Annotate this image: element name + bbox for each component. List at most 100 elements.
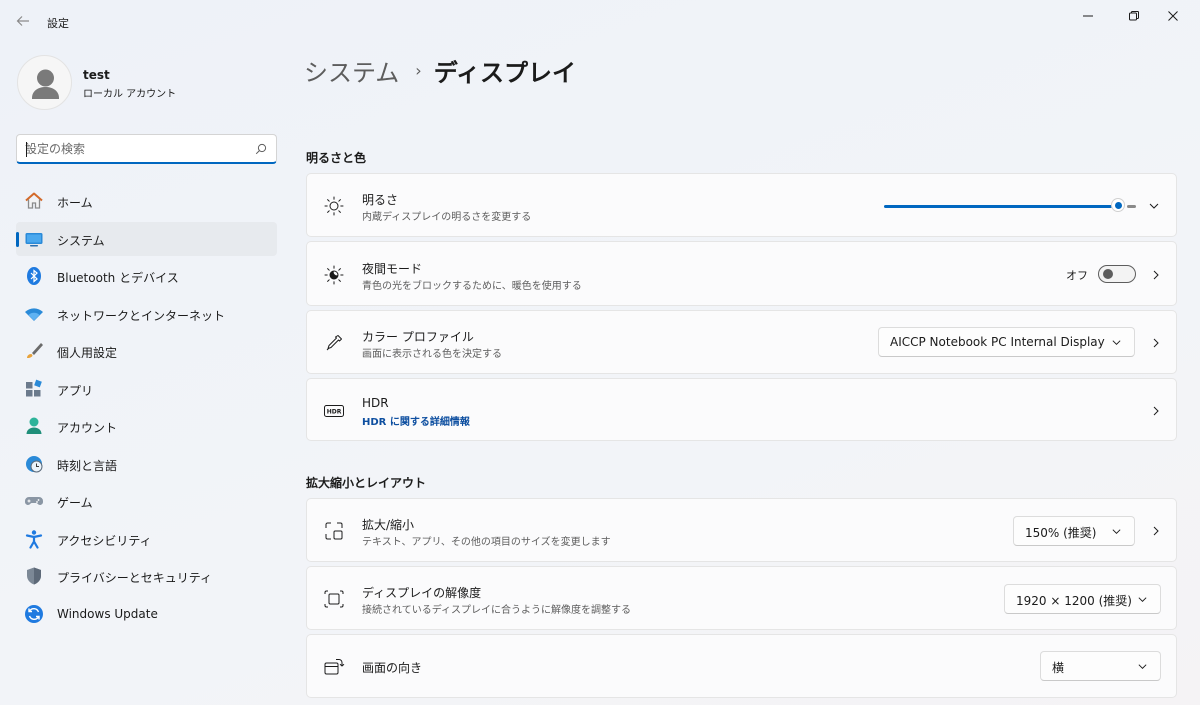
color-profile-desc: 画面に表示される色を決定する bbox=[362, 349, 502, 360]
scale-icon bbox=[325, 522, 343, 540]
title-bar: 設定 bbox=[0, 0, 1200, 44]
search-box[interactable] bbox=[16, 134, 277, 164]
active-indicator bbox=[16, 231, 19, 247]
hdr-card[interactable]: HDR HDR HDR に関する詳細情報 bbox=[306, 378, 1177, 441]
sidebar-item-apps[interactable]: アプリ bbox=[16, 372, 277, 406]
wifi-icon bbox=[25, 307, 43, 321]
sidebar-item-label: 個人用設定 bbox=[57, 346, 118, 360]
sidebar-item-system[interactable]: システム bbox=[16, 221, 277, 256]
sidebar-item-label: ゲーム bbox=[57, 496, 93, 510]
home-icon bbox=[25, 192, 43, 209]
resolution-title: ディスプレイの解像度 bbox=[362, 586, 482, 600]
slider-empty-track bbox=[1127, 205, 1136, 208]
orientation-card[interactable]: 画面の向き 横 bbox=[306, 634, 1177, 698]
sidebar-item-gaming[interactable]: ゲーム bbox=[16, 484, 277, 518]
gamepad-icon bbox=[25, 497, 43, 505]
dropdown-value: 1920 × 1200 (推奨) bbox=[1016, 594, 1132, 608]
sidebar-item-privacy[interactable]: プライバシーとセキュリティ bbox=[16, 559, 277, 593]
sidebar-item-label: プライバシーとセキュリティ bbox=[57, 571, 213, 585]
minimize-icon[interactable] bbox=[1065, 0, 1111, 32]
sidebar-item-label: 時刻と言語 bbox=[57, 458, 118, 473]
brightness-icon bbox=[324, 196, 344, 216]
chevron-down-icon bbox=[1112, 529, 1121, 534]
sidebar-item-accessibility[interactable]: アクセシビリティ bbox=[16, 522, 277, 556]
breadcrumb-separator: › bbox=[415, 60, 422, 80]
chevron-down-icon[interactable] bbox=[1148, 200, 1160, 212]
scale-card[interactable]: 拡大/縮小 テキスト、アプリ、その他の項目のサイズを変更します 150% (推奨… bbox=[306, 498, 1177, 562]
clock-globe-icon bbox=[26, 455, 43, 472]
dropdown-value: 150% (推奨) bbox=[1025, 526, 1097, 540]
sidebar-item-personalization[interactable]: 個人用設定 bbox=[16, 334, 277, 368]
section-header-brightness-color: 明るさと色 bbox=[306, 151, 367, 165]
text-caret bbox=[26, 142, 27, 157]
resolution-icon bbox=[324, 590, 344, 608]
bluetooth-icon bbox=[27, 267, 41, 285]
scale-dropdown[interactable]: 150% (推奨) bbox=[1013, 516, 1135, 546]
brush-icon bbox=[27, 343, 43, 359]
hdr-title: HDR bbox=[362, 396, 389, 410]
sidebar-item-label: Windows Update bbox=[57, 606, 158, 621]
hdr-icon: HDR bbox=[324, 405, 344, 417]
chevron-right-icon[interactable] bbox=[1150, 405, 1162, 417]
sidebar-nav: ホーム システム Bluetooth とデバイス ネットワークとインターネット … bbox=[16, 184, 277, 634]
sidebar-item-accounts[interactable]: アカウント bbox=[16, 409, 277, 443]
sidebar-item-label: アプリ bbox=[57, 383, 94, 398]
brightness-slider[interactable] bbox=[884, 198, 1136, 212]
profile-account-type: ローカル アカウント bbox=[83, 89, 177, 100]
chevron-right-icon[interactable] bbox=[1150, 337, 1162, 349]
settings-window: 設定 test ローカル アカウント ホーム システム bbox=[0, 0, 1200, 705]
night-light-title: 夜間モード bbox=[362, 262, 423, 276]
sidebar-item-home[interactable]: ホーム bbox=[16, 184, 277, 218]
chevron-right-icon[interactable] bbox=[1150, 525, 1162, 537]
slider-filled-track bbox=[884, 205, 1112, 208]
brightness-card[interactable]: 明るさ 内蔵ディスプレイの明るさを変更する bbox=[306, 173, 1177, 237]
sidebar-item-bluetooth[interactable]: Bluetooth とデバイス bbox=[16, 259, 277, 293]
night-light-icon bbox=[324, 265, 344, 285]
sidebar-item-label: Bluetooth とデバイス bbox=[57, 271, 179, 285]
resolution-desc: 接続されているディスプレイに合うように解像度を調整する bbox=[362, 605, 631, 616]
avatar[interactable] bbox=[17, 55, 72, 110]
sidebar-item-time-language[interactable]: 時刻と言語 bbox=[16, 447, 277, 481]
close-icon[interactable] bbox=[1150, 0, 1196, 32]
color-profile-title: カラー プロファイル bbox=[362, 330, 474, 344]
resolution-dropdown[interactable]: 1920 × 1200 (推奨) bbox=[1004, 584, 1161, 614]
scale-title: 拡大/縮小 bbox=[362, 518, 415, 532]
sidebar-item-network[interactable]: ネットワークとインターネット bbox=[16, 297, 277, 331]
chevron-right-icon[interactable] bbox=[1150, 269, 1162, 281]
slider-thumb[interactable] bbox=[1111, 198, 1125, 212]
scale-desc: テキスト、アプリ、その他の項目のサイズを変更します bbox=[362, 537, 611, 548]
sidebar-item-windows-update[interactable]: Windows Update bbox=[16, 597, 277, 631]
breadcrumb-parent[interactable]: システム bbox=[304, 53, 399, 88]
night-light-toggle[interactable] bbox=[1098, 265, 1136, 283]
night-light-card[interactable]: 夜間モード 青色の光をブロックするために、暖色を使用する オフ bbox=[306, 241, 1177, 306]
orientation-dropdown[interactable]: 横 bbox=[1040, 651, 1161, 681]
orientation-icon bbox=[324, 659, 345, 675]
night-light-desc: 青色の光をブロックするために、暖色を使用する bbox=[362, 281, 582, 292]
sidebar-item-label: システム bbox=[57, 233, 105, 248]
brightness-desc: 内蔵ディスプレイの明るさを変更する bbox=[362, 212, 532, 223]
sidebar-item-label: アカウント bbox=[57, 421, 118, 435]
sidebar-item-label: アクセシビリティ bbox=[57, 533, 152, 548]
chevron-down-icon bbox=[1138, 664, 1147, 669]
brightness-title: 明るさ bbox=[362, 193, 399, 207]
eyedropper-icon bbox=[326, 335, 342, 351]
app-title: 設定 bbox=[47, 17, 69, 30]
account-icon bbox=[26, 417, 42, 434]
resolution-card[interactable]: ディスプレイの解像度 接続されているディスプレイに合うように解像度を調整する 1… bbox=[306, 566, 1177, 630]
hdr-learn-more-link[interactable]: HDR に関する詳細情報 bbox=[362, 413, 470, 428]
accessibility-icon bbox=[25, 529, 43, 549]
windows-update-icon bbox=[25, 604, 43, 623]
chevron-down-icon bbox=[1112, 340, 1121, 345]
chevron-down-icon bbox=[1138, 597, 1147, 602]
dropdown-value: 横 bbox=[1052, 661, 1065, 675]
dropdown-value: AICCP Notebook PC Internal Display bbox=[890, 335, 1105, 349]
color-profile-dropdown[interactable]: AICCP Notebook PC Internal Display bbox=[878, 327, 1135, 357]
page-title: ディスプレイ bbox=[433, 58, 577, 87]
svg-text:HDR: HDR bbox=[327, 409, 342, 416]
sidebar-item-label: ネットワークとインターネット bbox=[57, 308, 226, 323]
toggle-knob bbox=[1103, 269, 1113, 279]
back-arrow-icon[interactable] bbox=[12, 10, 34, 32]
color-profile-card[interactable]: カラー プロファイル 画面に表示される色を決定する AICCP Notebook… bbox=[306, 310, 1177, 374]
search-icon[interactable] bbox=[255, 143, 267, 155]
search-input[interactable] bbox=[25, 140, 250, 158]
